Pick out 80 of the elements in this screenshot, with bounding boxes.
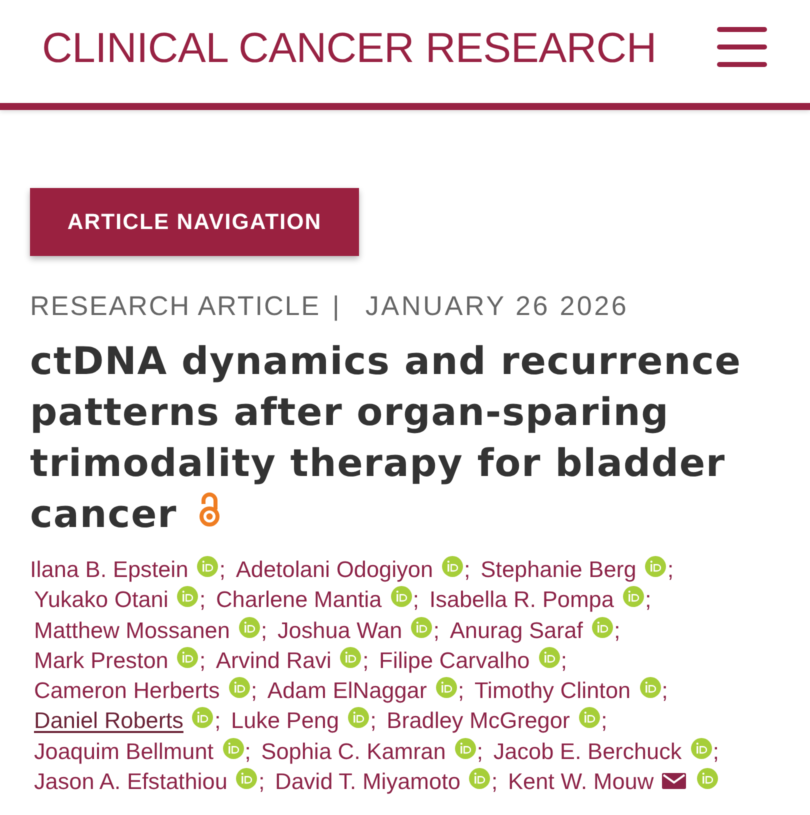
author-separator: ; <box>433 618 440 643</box>
id-badge-icon[interactable] <box>442 556 464 577</box>
author-link[interactable]: Isabella R. Pompa <box>429 587 614 612</box>
id-badge-icon[interactable] <box>578 707 600 728</box>
id-badge-icon[interactable] <box>469 768 490 790</box>
author-separator: ; <box>214 708 221 734</box>
author-link[interactable]: Kent W. Mouw <box>508 769 654 794</box>
author-link[interactable]: Bradley McGregor <box>386 708 570 734</box>
id-badge-icon[interactable] <box>640 677 661 698</box>
author-link[interactable]: Adetolani Odogiyon <box>236 557 434 582</box>
menu-button[interactable] <box>717 27 767 67</box>
author-link[interactable]: Luke Peng <box>231 708 340 734</box>
author-link[interactable]: Arvind Ravi <box>216 648 332 673</box>
author-link[interactable]: Joaquim Bellmunt <box>34 738 214 764</box>
author-separator: ; <box>412 587 420 612</box>
author-link[interactable]: Jason A. Efstathiou <box>34 769 228 794</box>
envelope-icon[interactable] <box>662 773 686 790</box>
author-separator: ; <box>260 618 268 643</box>
author-separator: ; <box>560 648 567 673</box>
author-separator: ; <box>464 557 470 582</box>
id-badge-icon[interactable] <box>177 586 198 608</box>
id-badge-icon[interactable] <box>645 556 666 577</box>
author-link[interactable]: Sophia C. Kamran <box>261 738 446 764</box>
id-badge-icon[interactable] <box>411 616 432 638</box>
author-separator: ; <box>476 738 484 764</box>
publication-date: JANUARY 26 2026 <box>365 293 629 320</box>
author-link[interactable]: Timothy Clinton <box>474 678 631 704</box>
id-badge-icon[interactable] <box>236 768 258 790</box>
author-separator: ; <box>644 587 652 612</box>
author-separator: ; <box>362 648 369 673</box>
author-separator: ; <box>458 678 464 704</box>
article-navigation-button[interactable]: ARTICLE NAVIGATION <box>30 188 359 256</box>
author-separator: ; <box>199 587 206 612</box>
id-badge-icon[interactable] <box>390 586 412 608</box>
journal-logo[interactable]: CLINICAL CANCER RESEARCH <box>42 27 656 69</box>
id-badge-icon[interactable] <box>348 707 370 728</box>
id-badge-icon[interactable] <box>340 646 362 668</box>
author-separator: ; <box>244 738 251 764</box>
id-badge-icon[interactable] <box>238 616 260 638</box>
author-link[interactable]: Yukako Otani <box>34 587 168 612</box>
author-separator: ; <box>662 678 668 704</box>
author-separator: ; <box>199 648 206 673</box>
article-type-label: RESEARCH ARTICLE <box>30 293 320 320</box>
author-separator: ; <box>258 769 265 794</box>
id-badge-icon[interactable] <box>454 738 476 759</box>
author-separator: ; <box>250 678 258 704</box>
author-link[interactable]: Mark Preston <box>34 648 168 673</box>
author-link[interactable]: Ilana B. Epstein <box>30 557 188 582</box>
author-link[interactable]: Daniel Roberts <box>34 708 184 734</box>
id-badge-icon[interactable] <box>592 616 613 638</box>
id-badge-icon[interactable] <box>690 738 712 759</box>
author-link[interactable]: Stephanie Berg <box>480 557 636 582</box>
id-badge-icon[interactable] <box>228 677 250 698</box>
id-badge-icon[interactable] <box>622 586 644 608</box>
author-separator: ; <box>667 557 674 582</box>
author-separator: ; <box>370 708 376 734</box>
author-separator: ; <box>600 708 608 734</box>
id-badge-icon[interactable] <box>177 646 198 668</box>
author-link[interactable]: David T. Miyamoto <box>275 769 460 794</box>
id-badge-icon[interactable] <box>696 768 718 790</box>
author-separator: ; <box>614 618 620 643</box>
author-link[interactable]: Cameron Herberts <box>34 678 220 704</box>
author-link[interactable]: Charlene Mantia <box>216 587 382 612</box>
id-badge-icon[interactable] <box>436 677 457 698</box>
id-badge-icon[interactable] <box>538 646 560 668</box>
id-badge-icon[interactable] <box>197 556 218 577</box>
author-link[interactable]: Jacob E. Berchuck <box>493 738 682 764</box>
author-separator: ; <box>219 557 226 582</box>
author-link[interactable]: Filipe Carvalho <box>379 648 530 673</box>
id-badge-icon[interactable] <box>192 707 214 728</box>
menu-icon <box>717 27 767 67</box>
author-link[interactable]: Anurag Saraf <box>450 618 583 643</box>
author-separator: ; <box>712 738 719 764</box>
id-badge-icon[interactable] <box>222 738 244 759</box>
author-link[interactable]: Joshua Wan <box>277 618 402 643</box>
article-title: ctDNA dynamics and recurrence patterns after organ-sparing trimodality therapy for bladder cancer <box>30 339 742 536</box>
author-link[interactable]: Adam ElNaggar <box>267 678 427 704</box>
author-separator: ; <box>491 769 498 794</box>
author-link[interactable]: Matthew Mossanen <box>34 618 230 643</box>
meta-separator: | <box>332 293 340 320</box>
